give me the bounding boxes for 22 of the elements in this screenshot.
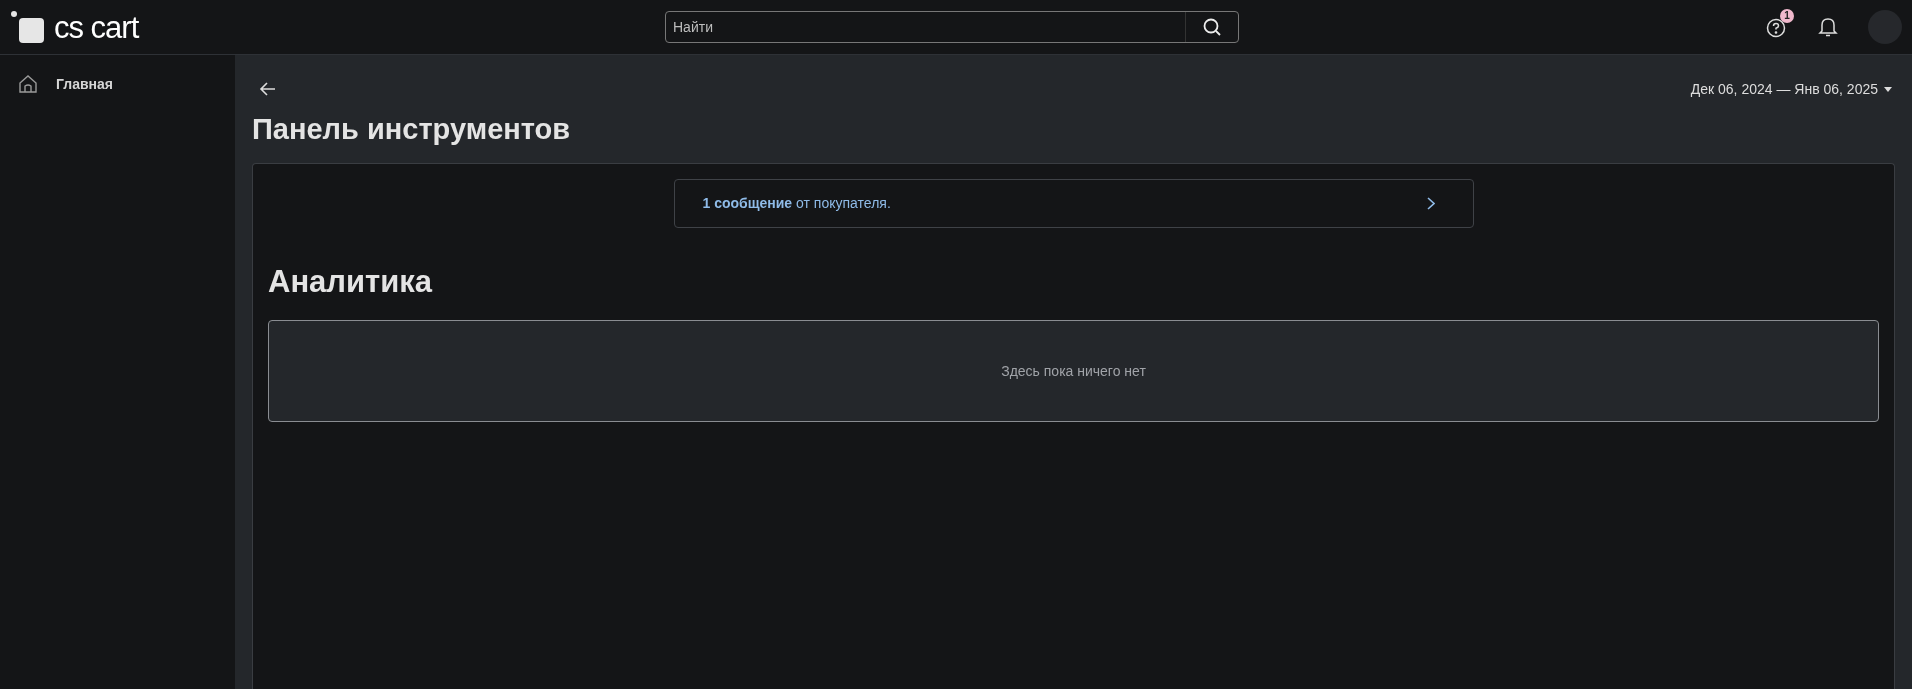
page-title: Панель инструментов [252, 112, 571, 147]
help-button[interactable]: 1 [1766, 9, 1794, 39]
message-text: 1 сообщение от покупателя. [702, 194, 891, 213]
home-icon [18, 74, 38, 94]
message-banner[interactable]: 1 сообщение от покупателя. [673, 179, 1474, 228]
logo-icon [10, 10, 46, 44]
chevron-right-icon [1426, 197, 1435, 210]
help-icon [1766, 18, 1786, 38]
notification-badge: 1 [1780, 9, 1794, 23]
logo-text: cs cart [54, 11, 139, 43]
search-field[interactable]: Найти [665, 11, 1239, 43]
caret-icon [1884, 86, 1892, 92]
bell-icon [1818, 16, 1838, 38]
back-button[interactable] [259, 81, 277, 97]
search-input[interactable]: Найти [666, 12, 1185, 42]
section-title: Аналитика [268, 263, 433, 301]
search-icon [1202, 17, 1222, 37]
back-arrow-icon [259, 81, 277, 97]
date-range-dropdown[interactable]: Дек 06, 2024 — Янв 06, 2025 [1690, 78, 1892, 100]
sidebar-item[interactable]: Главная [0, 67, 235, 101]
notifications-button[interactable] [1818, 16, 1838, 38]
empty-state-text: Здесь пока ничего нет [1001, 361, 1146, 381]
